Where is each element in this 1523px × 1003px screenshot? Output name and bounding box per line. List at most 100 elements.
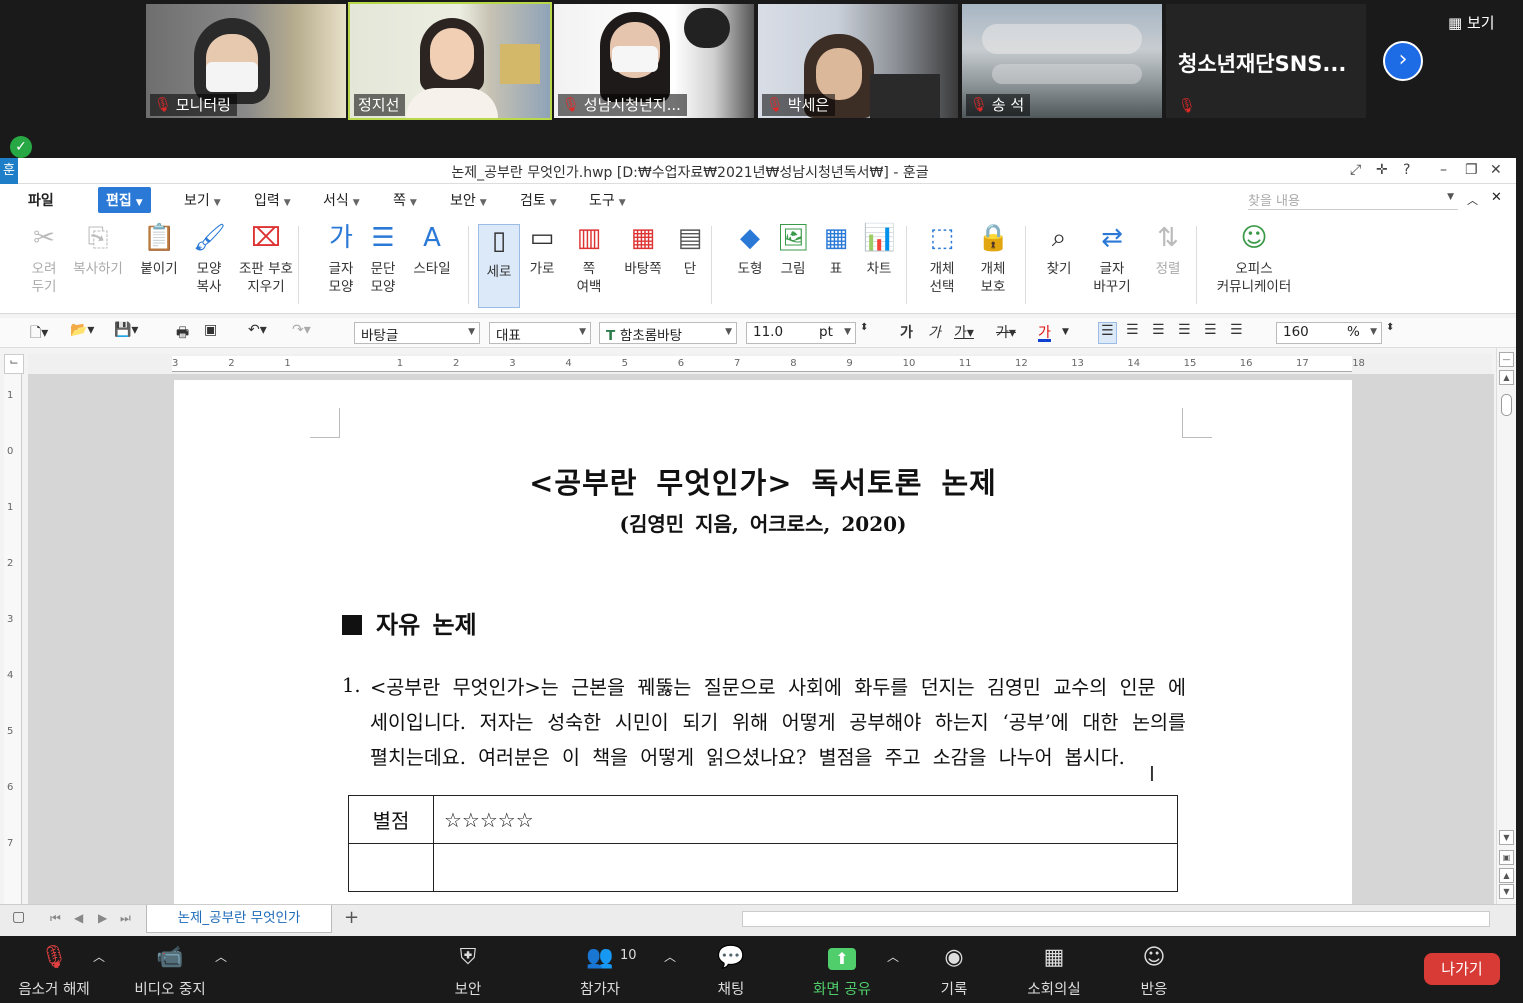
align-justify-icon[interactable]: ☰ bbox=[1098, 322, 1117, 344]
prev-page-icon[interactable]: ▲ bbox=[1499, 868, 1514, 883]
close-doc-icon[interactable]: ✕ bbox=[1491, 190, 1502, 205]
zoom-record-button[interactable]: ◉ 기록 bbox=[904, 944, 1004, 999]
size-stepper[interactable]: ⬍ bbox=[860, 322, 868, 344]
horizontal-ruler[interactable]: 3 2 1 1 2 3 4 5 6 7 8 9 10 11 12 13 14 15 16 17 18 bbox=[28, 354, 1492, 374]
undo-icon[interactable]: ↶▾ bbox=[248, 322, 267, 344]
view-button[interactable]: ▦ 보기 bbox=[1448, 12, 1495, 33]
ribbon-button-margin[interactable]: ▥ 쪽 여백 bbox=[561, 222, 617, 296]
minimize-icon[interactable]: – bbox=[1440, 162, 1447, 178]
horizontal-scrollbar[interactable] bbox=[742, 911, 1490, 927]
align-right-icon[interactable]: ☰ bbox=[1178, 322, 1191, 344]
collapse-icon[interactable]: — bbox=[1499, 352, 1514, 367]
participant-tile[interactable]: 🎙︎ 성남시청년지... bbox=[554, 4, 754, 118]
zoom-mic-muted-button[interactable]: 🎙 음소거 해제 bbox=[4, 944, 104, 999]
participant-tile[interactable]: 🎙︎ 모니터링 bbox=[146, 4, 346, 118]
align-distribute-icon[interactable]: ☰ bbox=[1204, 322, 1217, 344]
menu-security[interactable]: 보안 ▼ bbox=[450, 190, 487, 210]
ribbon-button-select-object[interactable]: ⬚ 개체 선택 bbox=[914, 222, 970, 296]
open-folder-icon[interactable]: 📂▾ bbox=[70, 322, 94, 344]
ribbon-button-binoculars[interactable]: ⌕ 찾기 bbox=[1031, 222, 1087, 278]
ribbon-button-copy[interactable]: ⎘ 복사하기 bbox=[70, 222, 126, 278]
next-page-icon[interactable]: ▼ bbox=[1499, 884, 1514, 899]
close-icon[interactable]: ✕ bbox=[1490, 162, 1502, 178]
help-icon[interactable]: ? bbox=[1403, 162, 1410, 178]
ribbon-button-format-painter[interactable]: 🖌 모양 복사 bbox=[181, 222, 237, 296]
fullscreen-icon[interactable]: ⤢ bbox=[1350, 162, 1361, 178]
italic-icon[interactable]: 가 bbox=[928, 322, 941, 344]
ribbon-button-protect-object[interactable]: 🔒 개체 보호 bbox=[965, 222, 1021, 296]
vertical-scrollbar[interactable]: — ▲ ▼ ▣ ▲ ▼ bbox=[1496, 348, 1516, 904]
menu-file[interactable]: 파일 bbox=[28, 190, 54, 210]
zoom-select[interactable]: 160% ▼ bbox=[1276, 322, 1382, 344]
scroll-up-icon[interactable]: ▲ bbox=[1499, 370, 1514, 385]
leave-meeting-button[interactable]: 나가기 bbox=[1424, 953, 1500, 985]
zoom-share-screen-button[interactable]: ⬆ 화면 공유 bbox=[792, 944, 892, 999]
ribbon-button-style[interactable]: A 스타일 bbox=[404, 222, 460, 278]
window-icon[interactable]: ▢ bbox=[12, 909, 25, 925]
print-icon[interactable]: 🖶 bbox=[176, 322, 189, 344]
ribbon-button-para-shape[interactable]: ☰ 문단 모양 bbox=[355, 222, 411, 296]
encryption-shield-icon[interactable]: ✓ bbox=[10, 136, 32, 158]
ribbon-button-replace[interactable]: ⇄ 글자 바꾸기 bbox=[1084, 222, 1140, 296]
ribbon-button-clear-codes[interactable]: ⌧ 조판 부호 지우기 bbox=[236, 222, 296, 296]
prev-tab-icon[interactable]: ◀ bbox=[74, 911, 83, 925]
table-cell[interactable] bbox=[348, 843, 434, 892]
pin-icon[interactable]: ✛ bbox=[1376, 162, 1388, 178]
zoom-participants-button[interactable]: 👥 참가자 10 bbox=[550, 944, 650, 999]
zoom-shield-button[interactable]: ⛨ 보안 bbox=[418, 944, 518, 999]
first-tab-icon[interactable]: ⏮ bbox=[50, 911, 61, 926]
ribbon-button-office-communicator[interactable]: ☺ 오피스 커뮤니케이터 bbox=[1212, 222, 1296, 296]
menu-page[interactable]: 쪽 ▼ bbox=[393, 190, 417, 210]
zoom-breakout-rooms-button[interactable]: ▦ 소회의실 bbox=[1004, 944, 1104, 999]
table-cell-stars[interactable]: ☆☆☆☆☆ bbox=[433, 795, 1178, 844]
align-left-icon[interactable]: ☰ bbox=[1126, 322, 1139, 344]
vertical-ruler[interactable]: 1 0 1 2 3 4 5 6 7 bbox=[4, 374, 22, 904]
participant-tile[interactable]: 🎙︎ 송 석 bbox=[962, 4, 1162, 118]
last-tab-icon[interactable]: ⏭ bbox=[120, 911, 131, 926]
menu-review[interactable]: 검토 ▼ bbox=[520, 190, 557, 210]
menu-edit[interactable]: 편집 ▼ bbox=[98, 187, 151, 213]
caret-up-icon[interactable]: ︿ bbox=[93, 948, 105, 965]
page-view-icon[interactable]: ▣ bbox=[1499, 850, 1514, 865]
ribbon-button-paste[interactable]: 📋 붙이기 bbox=[131, 222, 187, 278]
menu-format[interactable]: 서식 ▼ bbox=[323, 190, 360, 210]
table-cell-label[interactable]: 별점 bbox=[348, 795, 434, 844]
next-tab-icon[interactable]: ▶ bbox=[98, 911, 107, 925]
ribbon-button-scissors[interactable]: ✂ 오려 두기 bbox=[16, 222, 72, 296]
font-size-select[interactable]: 11.0 pt ▼ bbox=[746, 322, 856, 344]
document-tab[interactable]: 논제_공부란 무엇인가 bbox=[146, 905, 332, 933]
ruler-corner[interactable]: ⌙ bbox=[4, 354, 24, 374]
zoom-chat-button[interactable]: 💬 채팅 bbox=[681, 944, 781, 999]
document-page[interactable]: <공부란 무엇인가> 독서토론 논제 (김영민 지음, 어크로스, 2020) … bbox=[174, 380, 1352, 904]
new-document-icon[interactable]: 🗋▾ bbox=[30, 322, 48, 344]
restore-icon[interactable]: ❐ bbox=[1465, 162, 1478, 178]
preview-icon[interactable]: ▣ bbox=[204, 322, 217, 344]
menu-view[interactable]: 보기 ▼ bbox=[184, 190, 221, 210]
style-select[interactable]: 바탕글 ▼ bbox=[354, 322, 480, 344]
caret-up-icon[interactable]: ︿ bbox=[664, 948, 676, 965]
caret-up-icon[interactable]: ︿ bbox=[215, 948, 227, 965]
menu-insert[interactable]: 입력 ▼ bbox=[254, 190, 291, 210]
font-color-icon[interactable]: 가 bbox=[1038, 322, 1051, 342]
participant-tile-active-speaker[interactable]: 정지선 bbox=[348, 2, 552, 120]
ribbon-button-chart[interactable]: 📊 차트 bbox=[851, 222, 907, 278]
align-center-icon[interactable]: ☰ bbox=[1152, 322, 1165, 344]
scroll-thumb[interactable] bbox=[1501, 394, 1512, 416]
find-input[interactable]: 찾을 내용 ▼ bbox=[1248, 188, 1458, 210]
zoom-video-camera-button[interactable]: 📹 비디오 중지 bbox=[120, 944, 220, 999]
collapse-ribbon-icon[interactable]: ︿ bbox=[1467, 192, 1478, 208]
caret-up-icon[interactable]: ︿ bbox=[887, 948, 899, 965]
underline-icon[interactable]: 가▾ bbox=[954, 322, 974, 344]
chevron-down-icon[interactable]: ▼ bbox=[1062, 327, 1069, 349]
align-divide-icon[interactable]: ☰ bbox=[1230, 322, 1243, 344]
zoom-reaction-button[interactable]: ☺ 반응 bbox=[1104, 944, 1204, 999]
participant-tile[interactable]: 🎙︎ 박세은 bbox=[758, 4, 958, 118]
next-page-button[interactable]: › bbox=[1383, 41, 1423, 81]
language-select[interactable]: 대표 ▼ bbox=[489, 322, 591, 344]
add-tab-icon[interactable]: + bbox=[344, 907, 359, 928]
scroll-down-icon[interactable]: ▼ bbox=[1499, 830, 1514, 845]
strikethrough-icon[interactable]: 가▾ bbox=[996, 322, 1016, 344]
bold-icon[interactable]: 가 bbox=[900, 322, 913, 344]
ribbon-button-sort[interactable]: ⇅ 정렬 bbox=[1140, 222, 1196, 278]
participant-tile-no-video[interactable]: 청소년재단SNS... 🎙︎ bbox=[1166, 4, 1366, 118]
